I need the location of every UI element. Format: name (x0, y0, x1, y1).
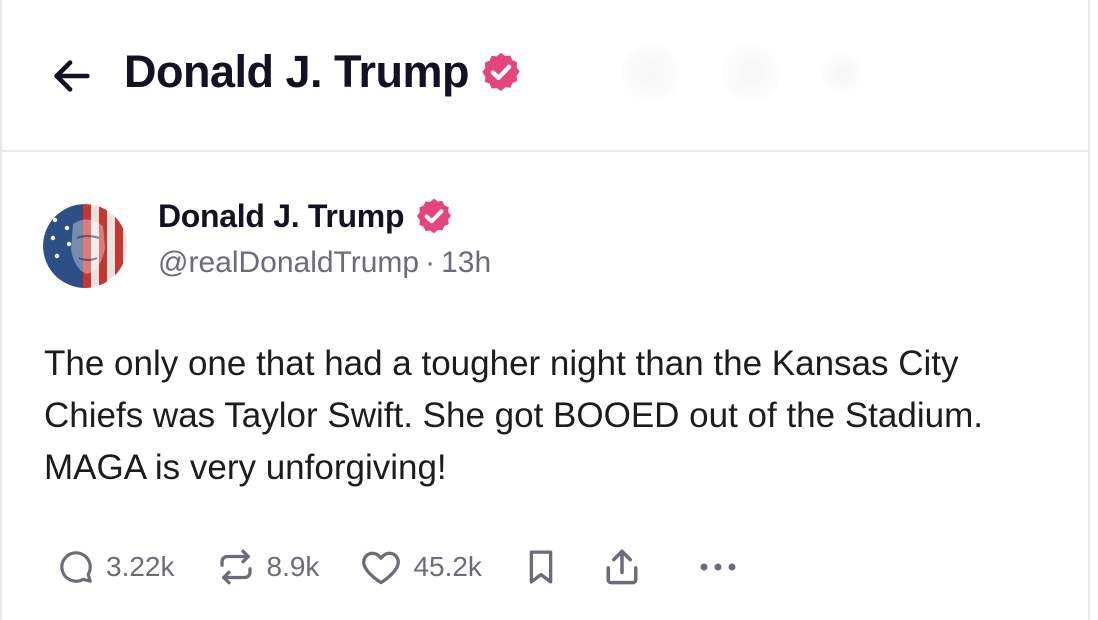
heart-icon (362, 551, 401, 585)
page-header: Donald J. Trump (2, 0, 1088, 152)
back-button[interactable] (46, 50, 98, 102)
reply-button[interactable]: 3.22k (56, 547, 175, 587)
bookmark-button[interactable] (520, 546, 562, 588)
verified-badge-icon (417, 198, 452, 234)
author-block: Donald J. Trump @realDonaldTrump · 13h (158, 196, 491, 280)
post-card: Donald J. Trump @realDonaldTrump · 13h The… (2, 152, 1088, 620)
author-name-text: Donald J. Trump (158, 197, 405, 234)
repost-button[interactable]: 8.9k (215, 546, 320, 588)
like-count: 45.2k (413, 551, 482, 582)
avatar[interactable] (43, 204, 127, 288)
share-icon (606, 549, 638, 585)
avatar-flag-portrait (43, 204, 127, 288)
reply-count: 3.22k (106, 551, 175, 582)
page-title-text: Donald J. Trump (124, 46, 470, 97)
author-name[interactable]: Donald J. Trump (158, 196, 491, 236)
author-handle[interactable]: @realDonaldTrump (158, 246, 419, 279)
repost-count: 8.9k (266, 551, 320, 582)
repost-icon (219, 549, 252, 585)
author-meta: @realDonaldTrump · 13h (158, 246, 491, 280)
share-button[interactable] (600, 545, 644, 589)
post-timestamp[interactable]: 13h (441, 246, 491, 279)
like-button[interactable]: 45.2k (359, 545, 482, 589)
bookmark-icon (529, 550, 553, 584)
more-dots-icon (700, 563, 736, 571)
more-options-button[interactable] (696, 557, 740, 577)
post-text: The only one that had a tougher night th… (44, 344, 983, 487)
meta-separator: · (425, 246, 436, 279)
verified-badge-icon (482, 52, 520, 92)
page-title: Donald J. Trump (124, 46, 523, 98)
comment-icon (60, 551, 92, 583)
app-frame: Donald J. Trump Donald J. Trump @realDon… (0, 0, 1090, 620)
post-actions: 3.22k 8.9k 45.2k (56, 542, 740, 592)
blurred-header-decoration (602, 38, 902, 108)
arrow-left-icon (54, 60, 90, 92)
